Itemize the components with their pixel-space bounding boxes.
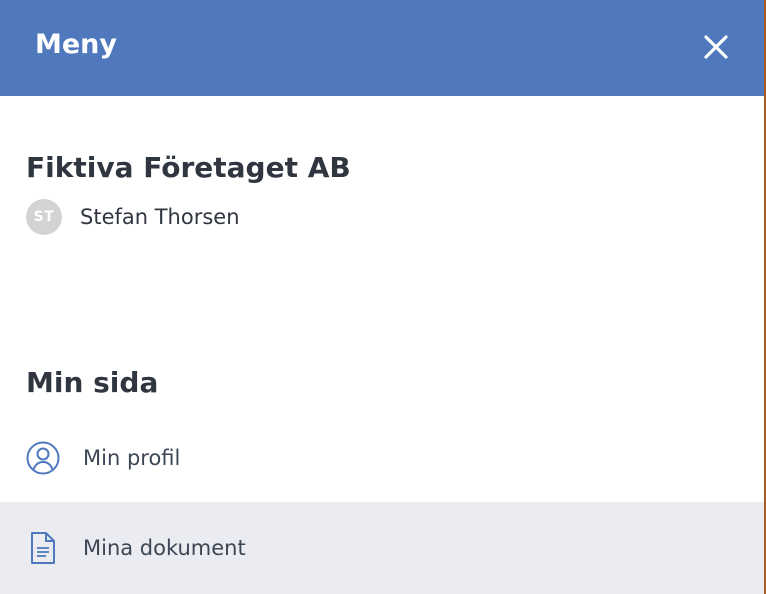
menu-item-my-profile[interactable]: Min profil [0, 413, 764, 503]
company-name: Fiktiva Företaget AB [26, 151, 351, 184]
menu-item-my-documents[interactable]: Mina dokument [0, 502, 764, 594]
menu-title: Meny [35, 29, 118, 60]
user-name: Stefan Thorsen [80, 205, 240, 229]
menu-item-label: Min profil [83, 446, 181, 470]
section-title: Min sida [26, 366, 159, 399]
user-circle-icon [25, 440, 61, 476]
menu-header: Meny [0, 0, 764, 96]
menu-item-label: Mina dokument [83, 536, 246, 560]
document-icon [25, 530, 61, 566]
current-user: ST Stefan Thorsen [26, 199, 240, 235]
avatar: ST [26, 199, 62, 235]
close-button[interactable] [697, 28, 735, 66]
close-icon [704, 35, 728, 59]
